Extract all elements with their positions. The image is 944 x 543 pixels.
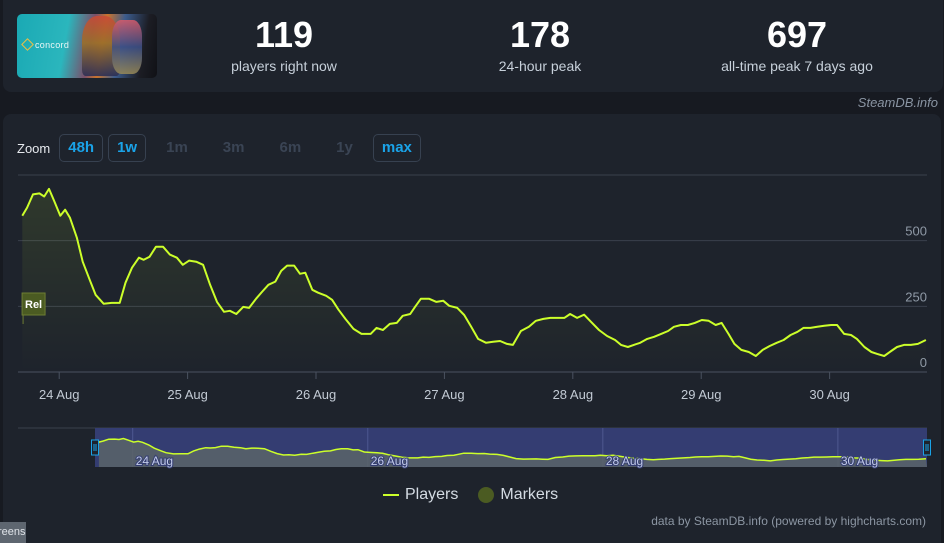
game-capsule-image[interactable]: concord <box>17 14 157 78</box>
navigator[interactable]: 24 Aug 26 Aug 28 Aug 30 Aug <box>18 427 931 469</box>
navigator-tick-label: 26 Aug <box>371 454 408 468</box>
stat-all-time-peak: 697 all-time peak 7 days ago <box>687 14 907 76</box>
x-tick-label: 25 Aug <box>167 387 208 402</box>
y-tick-label: 500 <box>905 224 927 239</box>
x-tick-label: 29 Aug <box>681 387 722 402</box>
y-tick-label: 250 <box>905 289 927 304</box>
game-logo-text: concord <box>35 40 70 50</box>
player-count-chart[interactable]: 0250500 24 Aug25 Aug26 Aug27 Aug28 Aug29… <box>3 114 941 543</box>
stat-label: 24-hour peak <box>498 58 582 74</box>
flag-label: Rel <box>25 299 42 311</box>
logo-mark-icon <box>21 38 34 51</box>
navigator-tick-label: 24 Aug <box>136 454 173 468</box>
stats-header: concord 119 players right now 178 24-hou… <box>3 0 943 92</box>
x-axis: 24 Aug 25 Aug 26 Aug 27 Aug 28 Aug 29 Aug 30 A… <box>39 372 850 402</box>
x-tick-label: 27 Aug <box>424 387 465 402</box>
stat-value: 697 <box>766 14 828 55</box>
navigator-right-handle[interactable] <box>923 439 931 456</box>
stat-label: players right now <box>231 58 337 74</box>
x-tick-label: 24 Aug <box>39 387 80 402</box>
x-tick-label: 26 Aug <box>296 387 337 402</box>
stat-label: all-time peak 7 days ago <box>721 58 873 74</box>
stat-value: 178 <box>509 14 571 55</box>
capsule-art <box>112 20 142 74</box>
corner-tab[interactable]: reens <box>0 522 26 543</box>
x-tick-label: 28 Aug <box>553 387 594 402</box>
navigator-tick-label: 28 Aug <box>606 454 643 468</box>
legend-players-line-icon <box>383 494 399 496</box>
steamdb-watermark[interactable]: SteamDB.info <box>858 95 938 110</box>
chart-panel: Zoom 48h 1w 1m 3m 6m 1y max 0250500 24 A… <box>3 114 941 543</box>
navigator-left-handle[interactable] <box>91 439 99 456</box>
x-tick-label: 30 Aug <box>809 387 850 402</box>
legend-markers-dot-icon <box>478 487 495 503</box>
stat-value: 119 <box>254 14 314 55</box>
chart-credit[interactable]: data by SteamDB.info (powered by highcha… <box>651 514 926 528</box>
stat-current-players: 119 players right now <box>174 14 394 76</box>
legend-item-markers[interactable]: Markers <box>500 486 558 504</box>
stat-24h-peak: 178 24-hour peak <box>430 14 650 76</box>
game-logo: concord <box>21 38 70 51</box>
chart-legend: Players Markers <box>383 486 558 504</box>
players-area <box>22 188 926 372</box>
legend-item-players[interactable]: Players <box>405 486 458 504</box>
navigator-tick-label: 30 Aug <box>841 454 878 468</box>
